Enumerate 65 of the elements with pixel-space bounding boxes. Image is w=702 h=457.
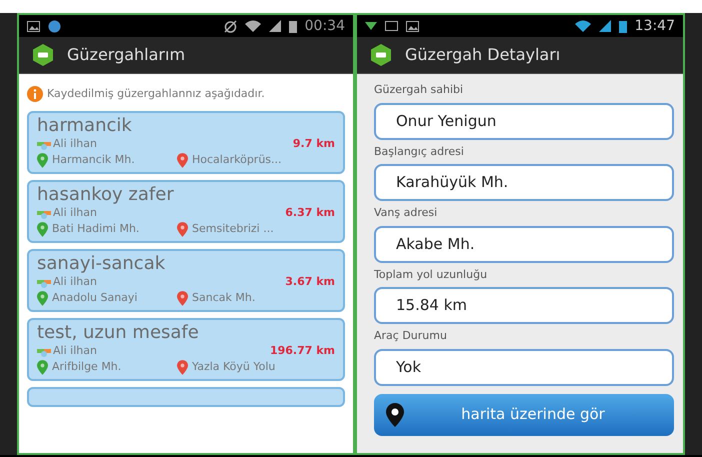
route-card[interactable]: harmancik Ali ilhan 9.7 km Harmancik Mh. Hocalarköprüs... xyxy=(27,110,345,174)
route-distance: 6.37 km xyxy=(285,204,335,221)
start-pin-icon xyxy=(37,290,48,306)
wifi-icon xyxy=(244,20,261,32)
show-on-map-button[interactable]: harita üzerinde gör xyxy=(374,394,674,436)
field-label: Vanş adresi xyxy=(374,205,438,221)
alarm-off-icon xyxy=(224,20,237,32)
route-name: harmancik xyxy=(37,114,133,136)
route-distance: 9.7 km xyxy=(292,136,335,152)
input-field[interactable]: Yok xyxy=(374,348,674,386)
battery-icon xyxy=(618,20,627,32)
signal-icon xyxy=(598,20,611,32)
screen-title: Güzergah Detayları xyxy=(405,44,560,66)
message-icon xyxy=(385,20,398,32)
end-pin-icon xyxy=(177,290,188,306)
field-label: Toplam yol uzunluğu xyxy=(374,266,488,282)
battery-icon xyxy=(288,20,297,32)
route-distance: 3.67 km xyxy=(285,274,335,290)
info-icon xyxy=(27,86,43,102)
end-address: Hocalarköprüs... xyxy=(192,152,282,168)
status-time: 00:34 xyxy=(304,16,345,36)
image-icon xyxy=(27,20,40,32)
screen-title: Güzergahlarım xyxy=(67,44,186,66)
field-label: Güzergah sahibi xyxy=(374,82,464,98)
location-pin-icon xyxy=(386,402,404,426)
end-address: Semsitebrizi ... xyxy=(192,220,274,237)
image-icon xyxy=(406,20,419,32)
start-pin-icon xyxy=(37,152,48,168)
route-name: sanayi-sancak xyxy=(37,252,166,274)
end-pin-icon xyxy=(177,152,188,168)
owner-name: Ali ilhan xyxy=(53,136,97,152)
input-field[interactable]: Karahüyük Mh. xyxy=(374,164,674,201)
owner-name: Ali ilhan xyxy=(53,274,97,290)
status-time: 13:47 xyxy=(634,16,675,36)
start-address: Anadolu Sanayi xyxy=(52,290,138,306)
start-address: Arifbilge Mh. xyxy=(52,358,122,375)
route-name: hasankoy zafer xyxy=(37,184,175,206)
input-field[interactable]: 15.84 km xyxy=(374,287,674,324)
owner-name: Ali ilhan xyxy=(53,342,97,359)
bus-app-icon xyxy=(31,43,55,67)
signal-icon xyxy=(268,20,281,32)
start-pin-icon xyxy=(37,360,48,374)
start-address: Harmancik Mh. xyxy=(52,152,135,168)
field-label: Başlangıç adresi xyxy=(374,144,465,160)
end-pin-icon xyxy=(177,222,188,236)
start-pin-icon xyxy=(37,222,48,236)
route-distance: 196.77 km xyxy=(270,342,335,359)
input-field[interactable]: Onur Yenigun xyxy=(374,102,674,140)
field-label: Araç Durumu xyxy=(374,328,448,344)
owner-name: Ali ilhan xyxy=(53,204,97,221)
start-address: Bati Hadimi Mh. xyxy=(52,220,140,237)
info-text: Kaydedilmiş güzergahlannız aşağıdadır. xyxy=(47,86,265,102)
route-card[interactable]: test, uzun mesafe Ali ilhan 196.77 km Arifbilge Mh. Yazla Köyü Yolu xyxy=(27,318,345,380)
globe-icon xyxy=(48,20,61,32)
download-icon xyxy=(365,22,377,30)
wifi-icon xyxy=(574,20,591,32)
bus-app-icon xyxy=(369,43,393,67)
end-address: Yazla Köyü Yolu xyxy=(192,358,276,375)
route-name: test, uzun mesafe xyxy=(37,322,200,344)
end-address: Sancak Mh. xyxy=(192,290,256,306)
end-pin-icon xyxy=(177,360,188,374)
route-card[interactable] xyxy=(27,386,345,406)
input-field[interactable]: Akabe Mh. xyxy=(374,226,674,262)
route-card[interactable]: sanayi-sancak Ali ilhan 3.67 km Anadolu Sanayi Sancak Mh. xyxy=(27,248,345,312)
route-card[interactable]: hasankoy zafer Ali ilhan 6.37 km Bati Hadimi Mh. Semsitebrizi ... xyxy=(27,180,345,242)
